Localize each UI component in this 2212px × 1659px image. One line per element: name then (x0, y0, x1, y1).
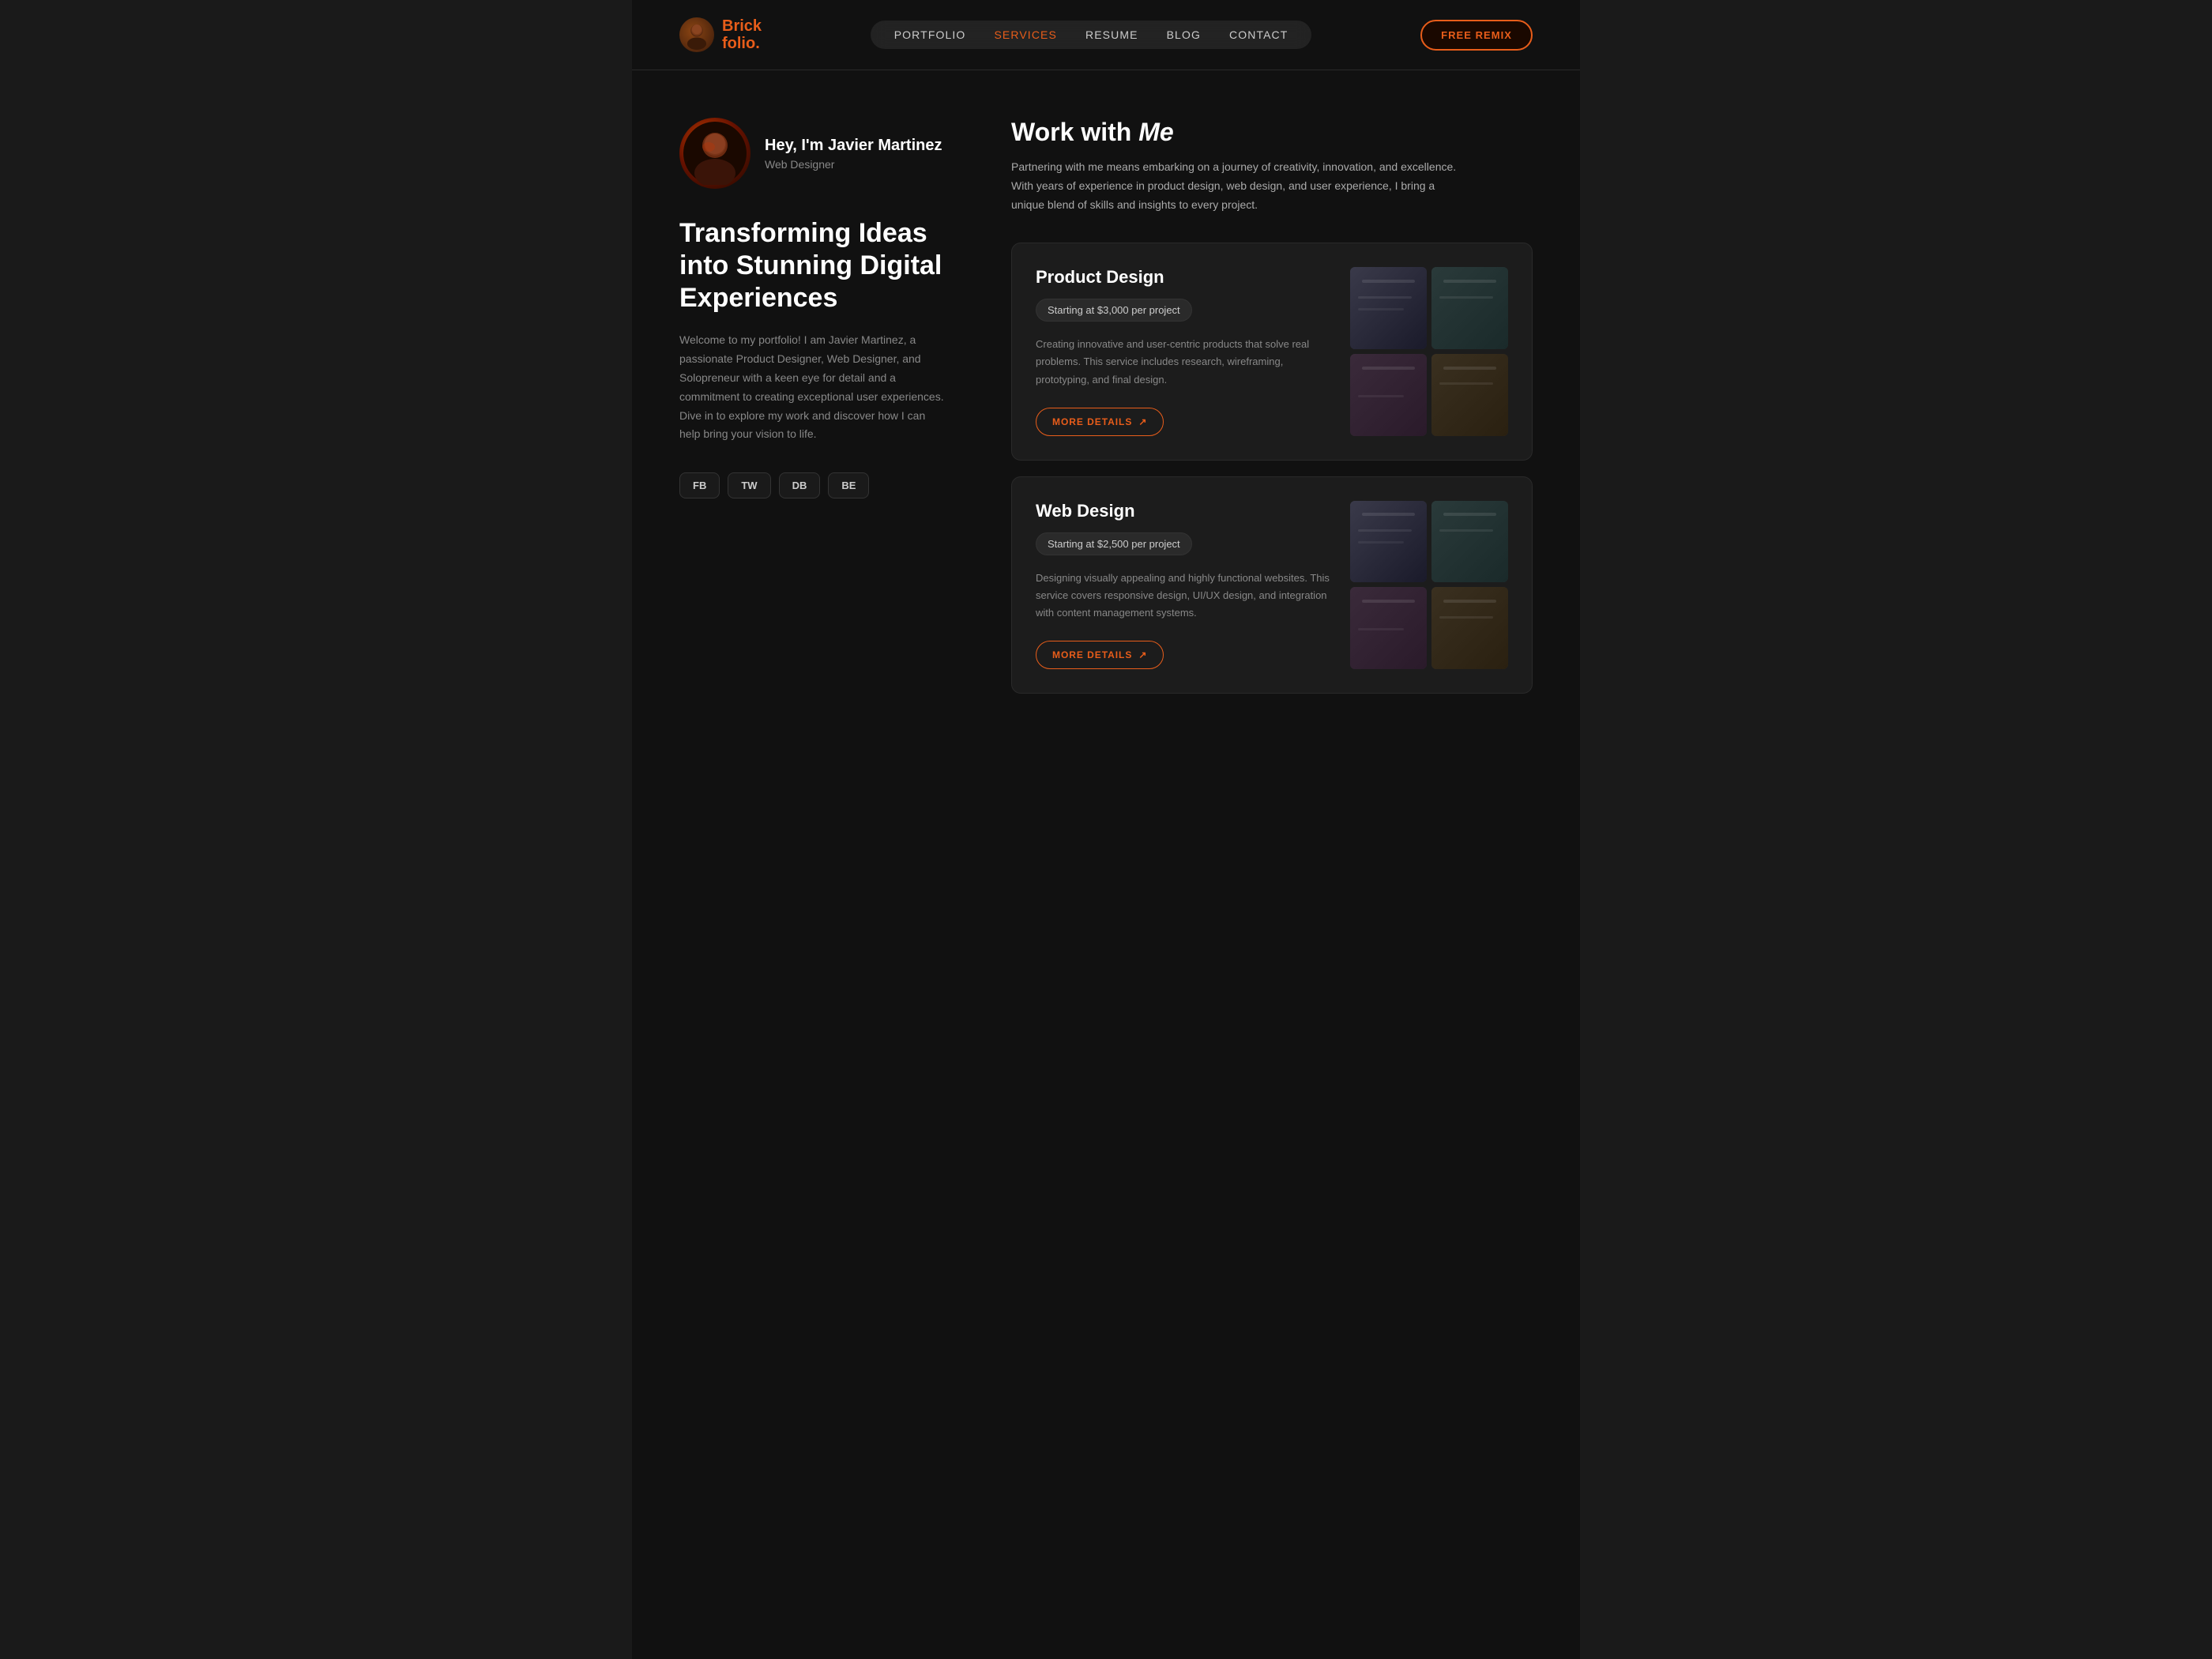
nav-services[interactable]: SERVICES (994, 28, 1057, 41)
service-description-1: Creating innovative and user-centric pro… (1036, 336, 1334, 388)
left-column: Hey, I'm Javier Martinez Web Designer Tr… (679, 118, 948, 709)
social-db[interactable]: DB (779, 472, 821, 498)
hero-heading: Transforming Ideas into Stunning Digital… (679, 217, 948, 314)
service-image-2c (1350, 587, 1427, 669)
social-be[interactable]: BE (828, 472, 869, 498)
logo-avatar (679, 17, 714, 52)
work-with-me-description: Partnering with me means embarking on a … (1011, 158, 1469, 214)
service-description-2: Designing visually appealing and highly … (1036, 570, 1334, 622)
social-fb[interactable]: FB (679, 472, 720, 498)
work-with-me-section: Work with Me Partnering with me means em… (1011, 118, 1533, 214)
service-image-2d (1431, 587, 1508, 669)
service-card-content-2: Web Design Starting at $2,500 per projec… (1036, 501, 1334, 669)
service-price-2: Starting at $2,500 per project (1036, 532, 1192, 555)
nav-portfolio[interactable]: PORTFOLIO (894, 28, 966, 41)
logo-brand-sub: folio. (722, 35, 762, 52)
profile-section: Hey, I'm Javier Martinez Web Designer (679, 118, 948, 189)
service-image-1a (1350, 267, 1427, 349)
service-card-content-1: Product Design Starting at $3,000 per pr… (1036, 267, 1334, 435)
page-wrapper: Brick folio. PORTFOLIO SERVICES RESUME B… (632, 0, 1580, 1659)
logo-brand-name: Brick (722, 17, 762, 35)
right-column: Work with Me Partnering with me means em… (1011, 118, 1533, 709)
more-details-button-1[interactable]: MORE DETAILS ↗ (1036, 408, 1164, 436)
arrow-icon-1: ↗ (1138, 416, 1147, 427)
main-content: Hey, I'm Javier Martinez Web Designer Tr… (632, 70, 1580, 741)
service-card-images-1 (1350, 267, 1508, 435)
service-title-1: Product Design (1036, 267, 1334, 288)
hero-description: Welcome to my portfolio! I am Javier Mar… (679, 331, 948, 444)
work-with-me-heading: Work with Me (1011, 118, 1533, 147)
service-card-images-2 (1350, 501, 1508, 669)
arrow-icon-2: ↗ (1138, 649, 1147, 660)
avatar (679, 118, 750, 189)
header: Brick folio. PORTFOLIO SERVICES RESUME B… (632, 0, 1580, 70)
main-nav: PORTFOLIO SERVICES RESUME BLOG CONTACT (871, 21, 1312, 49)
profile-info: Hey, I'm Javier Martinez Web Designer (765, 137, 942, 171)
nav-blog[interactable]: BLOG (1167, 28, 1201, 41)
service-image-1b (1431, 267, 1508, 349)
service-image-2a (1350, 501, 1427, 583)
service-image-2b (1431, 501, 1508, 583)
free-remix-button[interactable]: FREE REMIX (1420, 20, 1533, 51)
social-links: FB TW DB BE (679, 472, 948, 498)
service-card-web-design: Web Design Starting at $2,500 per projec… (1011, 476, 1533, 694)
service-title-2: Web Design (1036, 501, 1334, 521)
social-tw[interactable]: TW (728, 472, 770, 498)
nav-resume[interactable]: RESUME (1085, 28, 1138, 41)
logo-text: Brick folio. (722, 17, 762, 52)
more-details-button-2[interactable]: MORE DETAILS ↗ (1036, 641, 1164, 669)
nav-contact[interactable]: CONTACT (1229, 28, 1288, 41)
logo[interactable]: Brick folio. (679, 17, 762, 52)
service-price-1: Starting at $3,000 per project (1036, 299, 1192, 322)
service-image-1d (1431, 354, 1508, 436)
service-image-1c (1350, 354, 1427, 436)
service-card-product-design: Product Design Starting at $3,000 per pr… (1011, 243, 1533, 460)
profile-name: Hey, I'm Javier Martinez (765, 137, 942, 155)
profile-role: Web Designer (765, 158, 942, 171)
